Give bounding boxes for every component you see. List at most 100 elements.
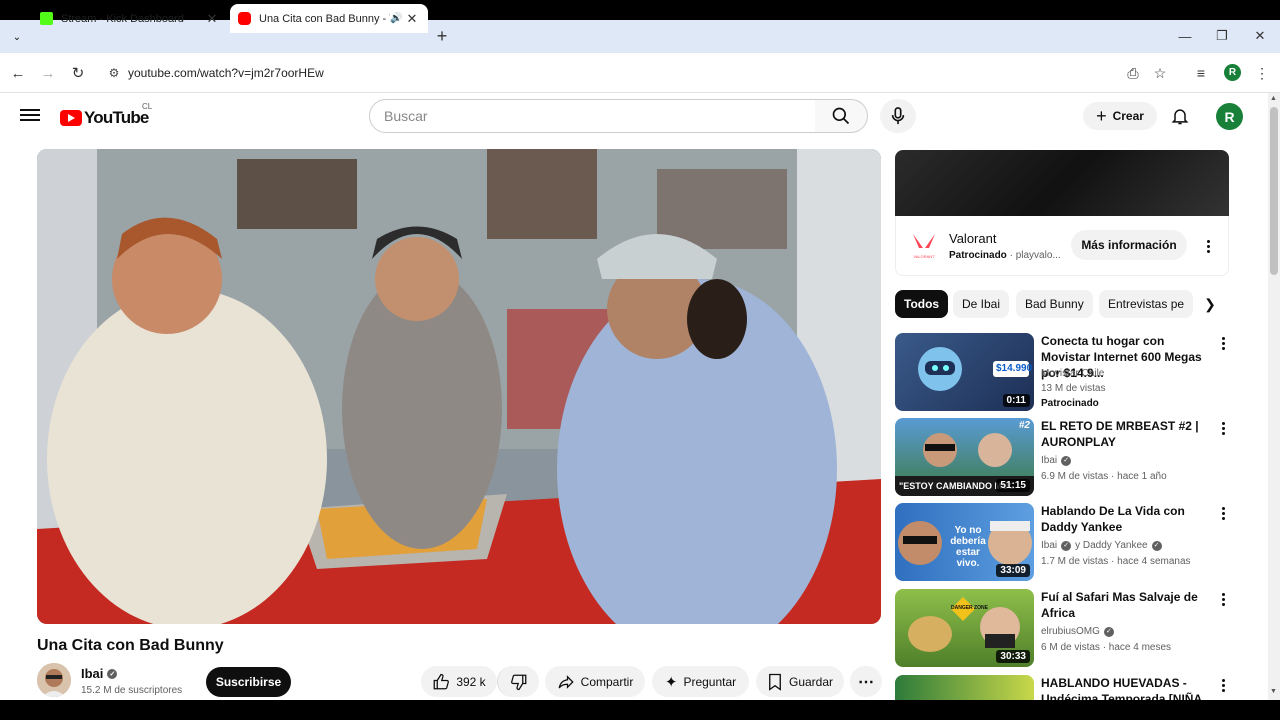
recommendation-item[interactable]: Yo no debería estar vivo. 33:09 Hablando… xyxy=(895,503,1235,583)
thumbs-down-icon xyxy=(510,674,526,690)
minimize-icon[interactable]: — xyxy=(1175,26,1195,46)
more-options-icon[interactable] xyxy=(1215,420,1231,436)
channel-avatar[interactable] xyxy=(37,663,71,697)
more-actions-button[interactable]: ⋯ xyxy=(850,666,882,697)
back-icon[interactable]: ← xyxy=(8,63,28,83)
tab-kick-dashboard[interactable]: Stream - Kick Dashboard ✕ xyxy=(32,4,228,33)
video-player[interactable] xyxy=(37,149,881,624)
verified-icon: ✓ xyxy=(1061,455,1072,466)
video-thumbnail[interactable]: DANGER ZONE 30:33 xyxy=(895,589,1034,667)
thumbs-up-icon xyxy=(433,673,450,689)
browser-profile-avatar[interactable]: R xyxy=(1224,64,1241,81)
address-bar[interactable]: ⚙ youtube.com/watch?v=jm2r7oorHEw xyxy=(100,58,1180,88)
scroll-down-icon[interactable]: ▼ xyxy=(1270,688,1277,695)
scrollbar-thumb[interactable] xyxy=(1270,107,1278,275)
video-title: Hablando De La Vida con Daddy Yankee xyxy=(1041,504,1185,534)
recommendation-item[interactable]: DANGER ZONE 30:33 Fuí al Safari Mas Salv… xyxy=(895,589,1235,669)
video-duration: 0:11 xyxy=(1002,394,1030,407)
recommendation-item[interactable]: $14.990 0:11 Conecta tu hogar con Movist… xyxy=(895,333,1235,413)
channel-name-text: Ibai xyxy=(1041,540,1058,551)
site-info-icon[interactable]: ⚙ xyxy=(100,66,128,80)
voice-search-button[interactable] xyxy=(880,99,916,133)
youtube-logo[interactable]: YouTube CL xyxy=(60,102,152,128)
valorant-logo-icon: VALORANT xyxy=(913,234,935,259)
account-avatar[interactable]: R xyxy=(1216,103,1243,130)
ad-subtitle: Patrocinado · playvalo... xyxy=(949,250,1061,261)
channel-name[interactable]: Ibai ✓ xyxy=(1041,453,1072,468)
page-scrollbar[interactable]: ▲ ▼ xyxy=(1268,93,1280,700)
browser-menu-icon[interactable]: ⋮ xyxy=(1252,63,1272,83)
like-button[interactable]: 392 k xyxy=(421,666,497,697)
youtube-play-icon xyxy=(60,110,82,126)
tab-youtube-video[interactable]: Una Cita con Bad Bunny - Y 🔊 ✕ xyxy=(230,4,428,33)
video-views: 1.7 M de vistas · hace 4 semanas xyxy=(1041,556,1191,567)
ad-card[interactable]: VALORANT Valorant Patrocinado · playvalo… xyxy=(895,216,1229,276)
ad-banner-image[interactable] xyxy=(895,150,1229,216)
tab-title: Stream - Kick Dashboard xyxy=(61,12,184,25)
more-options-icon[interactable] xyxy=(1215,335,1231,351)
video-thumbnail[interactable] xyxy=(895,675,1034,700)
thumbnail-text: $14.990 xyxy=(996,363,1033,374)
channel-name[interactable]: elrubiusOMG ✓ xyxy=(1041,624,1114,639)
verified-icon: ✓ xyxy=(1103,626,1114,637)
plus-icon: + xyxy=(1096,105,1107,126)
verified-icon: ✓ xyxy=(1061,540,1072,551)
ad-menu-icon[interactable] xyxy=(1200,238,1216,254)
video-thumbnail[interactable]: "ESTOY CAMBIANDO MUC #2 51:15 xyxy=(895,418,1034,496)
save-button[interactable]: Guardar xyxy=(756,666,844,697)
hamburger-menu-icon[interactable] xyxy=(20,106,40,126)
ask-label: Preguntar xyxy=(683,674,737,689)
close-window-icon[interactable]: ✕ xyxy=(1250,26,1270,46)
youtube-page: YouTube CL Buscar + Crear R Una Cita con… xyxy=(0,93,1268,700)
video-title: Fuí al Safari Mas Salvaje de Africa xyxy=(1041,590,1198,620)
channel-name[interactable]: Movistar Chile xyxy=(1041,366,1104,381)
close-tab-icon[interactable]: ✕ xyxy=(204,11,220,27)
chip-all[interactable]: Todos xyxy=(895,290,949,318)
chip-bad-bunny[interactable]: Bad Bunny xyxy=(1016,290,1093,318)
chip-de-ibai[interactable]: De Ibai xyxy=(953,290,1010,318)
video-views: 6.9 M de vistas · hace 1 año xyxy=(1041,471,1167,482)
tab-search-icon[interactable]: ⌄ xyxy=(8,28,26,46)
dislike-button[interactable] xyxy=(497,666,539,697)
more-options-icon[interactable] xyxy=(1215,591,1231,607)
install-app-icon[interactable]: ⎙ xyxy=(1123,63,1143,83)
channel-name[interactable]: Ibai ✓ xyxy=(81,666,118,681)
ask-button[interactable]: ✦ Preguntar xyxy=(652,666,749,697)
more-options-icon[interactable] xyxy=(1215,677,1231,693)
subscribe-button[interactable]: Suscribirse xyxy=(206,667,291,697)
video-duration: 51:15 xyxy=(996,479,1030,492)
chip-entrevistas[interactable]: Entrevistas pe xyxy=(1099,290,1194,318)
verified-icon: ✓ xyxy=(1151,540,1162,551)
sparkle-icon: ✦ xyxy=(664,673,678,691)
video-thumbnail[interactable]: $14.990 0:11 xyxy=(895,333,1034,411)
recommendation-item[interactable]: "ESTOY CAMBIANDO MUC #2 51:15 EL RETO DE… xyxy=(895,418,1235,498)
notifications-bell-icon[interactable] xyxy=(1170,106,1190,126)
channel-name-text: elrubiusOMG xyxy=(1041,626,1100,637)
search-button[interactable] xyxy=(815,99,868,133)
bookmark-star-icon[interactable]: ☆ xyxy=(1150,63,1170,83)
video-title: EL RETO DE MRBEAST #2 | AURONPLAY xyxy=(1041,419,1199,449)
new-tab-icon[interactable]: + xyxy=(432,26,452,46)
chevron-right-icon[interactable]: ❯ xyxy=(1200,294,1220,314)
subscriber-count: 15.2 M de suscriptores xyxy=(81,685,183,696)
forward-icon[interactable]: → xyxy=(38,63,58,83)
youtube-favicon-icon xyxy=(238,12,251,25)
more-options-icon[interactable] xyxy=(1215,505,1231,521)
create-button[interactable]: + Crear xyxy=(1083,102,1157,130)
save-label: Guardar xyxy=(788,674,834,689)
reload-icon[interactable]: ↻ xyxy=(68,63,88,83)
share-button[interactable]: Compartir xyxy=(545,666,645,697)
filter-chips: Todos De Ibai Bad Bunny Entrevistas pe xyxy=(895,290,1225,318)
ad-more-info-button[interactable]: Más información xyxy=(1071,230,1187,260)
video-thumbnail[interactable]: Yo no debería estar vivo. 33:09 xyxy=(895,503,1034,581)
restore-icon[interactable]: ❐ xyxy=(1212,26,1232,46)
search-input[interactable]: Buscar xyxy=(369,99,816,133)
channel-name[interactable]: Ibai ✓ y Daddy Yankee ✓ xyxy=(1041,538,1162,553)
speaker-icon[interactable]: 🔊 xyxy=(390,13,404,24)
recommendation-item[interactable]: HABLANDO HUEVADAS - Undécima Temporada [… xyxy=(895,675,1235,700)
media-control-icon[interactable]: ≡ xyxy=(1191,63,1211,83)
scroll-up-icon[interactable]: ▲ xyxy=(1270,95,1277,102)
microphone-icon xyxy=(891,107,905,125)
close-tab-icon[interactable]: ✕ xyxy=(404,11,420,27)
thumbnail-text: Yo no debería estar vivo. xyxy=(950,525,986,569)
